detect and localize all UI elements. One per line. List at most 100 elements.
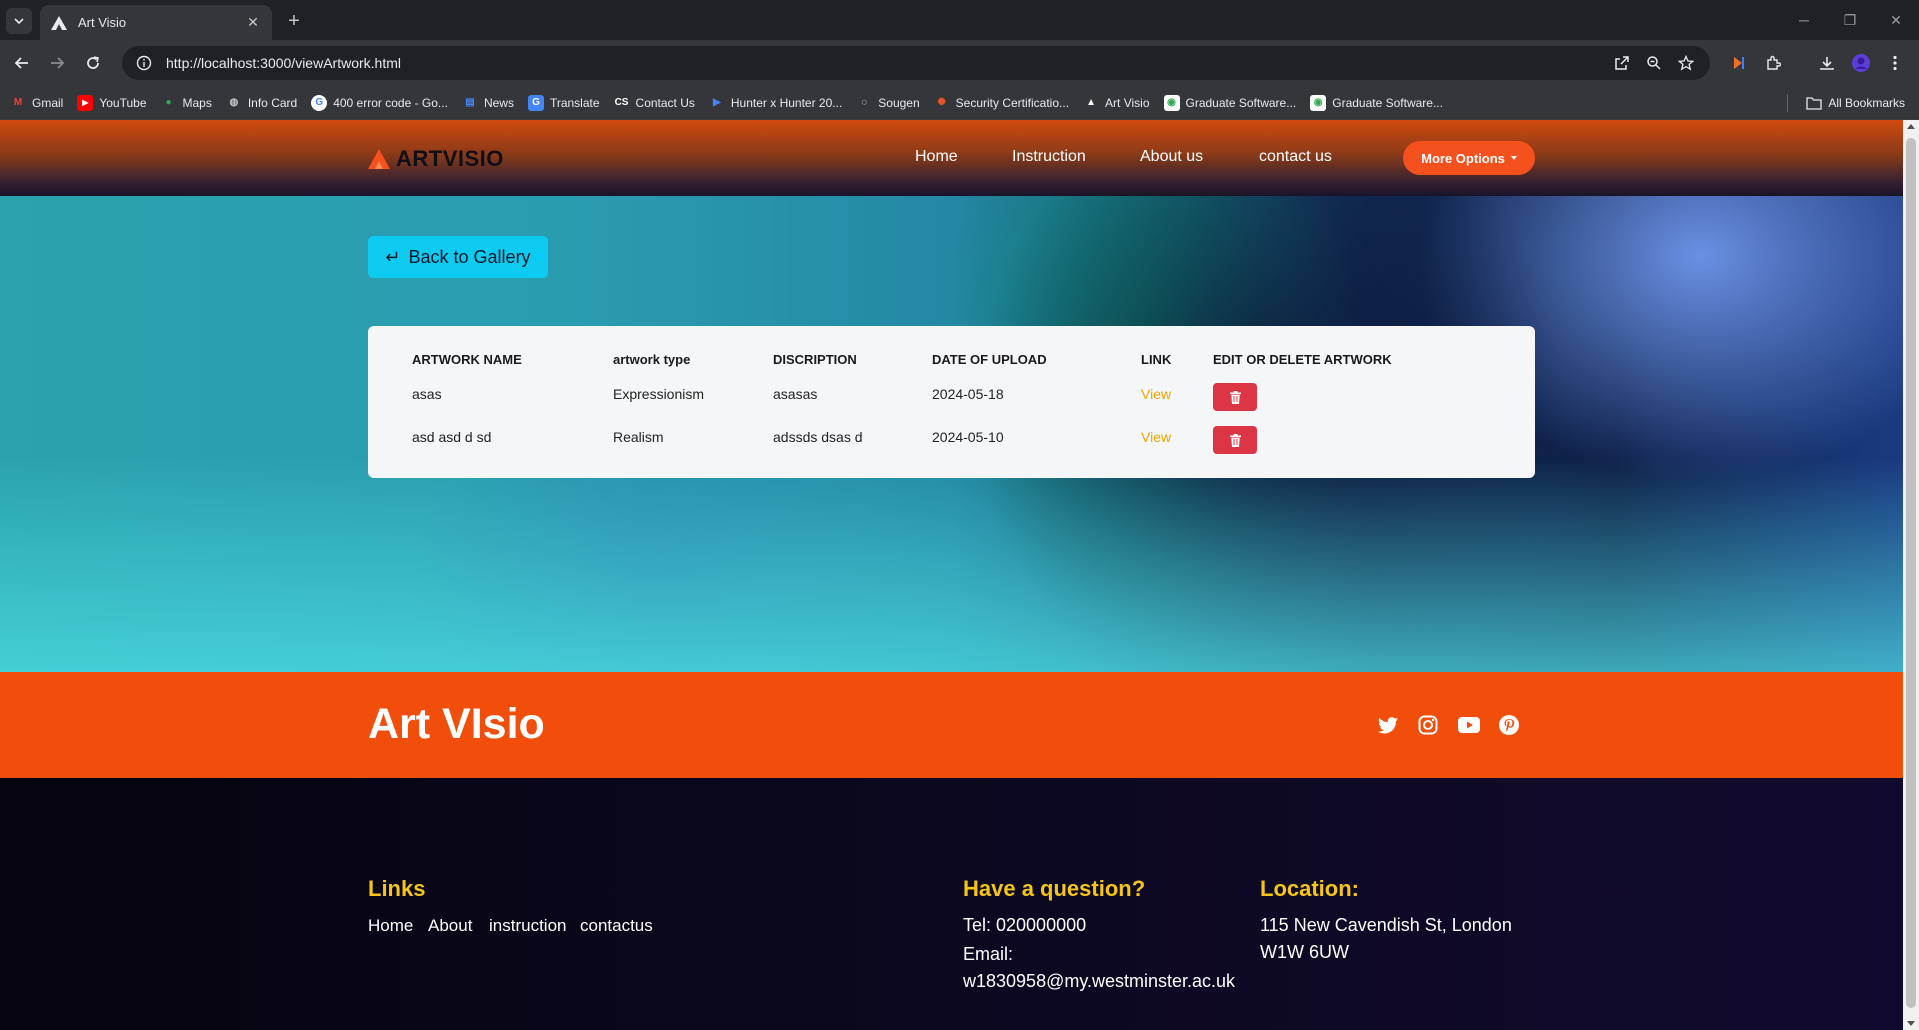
description-cell: asasas [773, 386, 818, 402]
footer-link-contactus[interactable]: contactus [580, 916, 653, 936]
bookmark-item[interactable]: ▶ Hunter x Hunter 20... [709, 95, 842, 111]
site-logo[interactable]: ARTVISIO [368, 146, 504, 172]
bookmark-item[interactable]: ◍ Info Card [226, 95, 297, 111]
logo-text: ARTVISIO [396, 146, 504, 171]
bookmarks-bar: M Gmail ▶ YouTube ● Maps ◍ Info Card G 400 er… [0, 86, 1919, 120]
footer-brand: Art VIsio [368, 700, 545, 748]
artwork-type-cell: Realism [613, 429, 664, 445]
trash-icon [1229, 433, 1241, 447]
twitter-icon[interactable] [1375, 712, 1401, 738]
page-scrollbar[interactable] [1903, 120, 1919, 1030]
footer-link-home[interactable]: Home [368, 916, 413, 936]
minimize-icon[interactable]: ─ [1781, 0, 1827, 40]
trash-icon [1229, 390, 1241, 404]
caret-down-icon [1510, 156, 1517, 160]
divider [1787, 94, 1789, 112]
browser-toolbar: http://localhost:3000/viewArtwork.html [0, 40, 1919, 86]
folder-icon [1806, 97, 1822, 110]
globe-icon: ◍ [229, 97, 239, 108]
bookmark-item[interactable]: ◉ Graduate Software... [1310, 94, 1443, 111]
more-options-label: More Options [1421, 150, 1505, 166]
maps-icon: ● [165, 97, 172, 108]
instagram-icon[interactable] [1415, 712, 1441, 738]
browser-tab-active[interactable]: Art Visio ✕ [40, 5, 272, 40]
extensions-puzzle-icon[interactable] [1760, 50, 1786, 76]
column-header: EDIT OR DELETE ARTWORK [1213, 352, 1392, 367]
tab-search-button[interactable] [6, 8, 32, 34]
artwork-name-cell: asas [412, 386, 442, 402]
artwork-table-card: ARTWORK NAME artwork type DISCRIPTION DA… [368, 326, 1535, 478]
pinterest-icon[interactable] [1496, 712, 1522, 738]
close-window-icon[interactable]: ✕ [1873, 0, 1919, 40]
bookmark-item[interactable]: ▶ YouTube [77, 94, 147, 111]
download-icon[interactable] [1814, 50, 1840, 76]
delete-artwork-button[interactable] [1213, 426, 1257, 454]
description-cell: adssds dsas d [773, 429, 863, 445]
more-options-button[interactable]: More Options [1403, 141, 1535, 175]
play-icon: ▶ [713, 97, 721, 108]
nav-home[interactable]: Home [915, 148, 958, 166]
bookmark-item[interactable]: CS Contact Us [614, 95, 695, 111]
footer-link-about[interactable]: About [428, 916, 472, 936]
site-info-icon[interactable] [134, 53, 154, 73]
translate-icon: G [527, 94, 544, 111]
address-bar[interactable]: http://localhost:3000/viewArtwork.html [122, 46, 1710, 80]
bookmark-item[interactable]: ✺ Security Certificatio... [934, 95, 1069, 111]
security-icon: ✺ [937, 97, 946, 108]
footer-email[interactable]: w1830958@my.westminster.ac.uk [963, 968, 1235, 995]
bookmark-item[interactable]: ▲ Art Visio [1083, 95, 1149, 111]
delete-artwork-button[interactable] [1213, 383, 1257, 411]
scroll-up-icon[interactable] [1907, 124, 1915, 129]
back-to-gallery-button[interactable]: ↵ Back to Gallery [368, 236, 548, 278]
zoom-icon[interactable] [1644, 53, 1664, 73]
bookmark-item[interactable]: ▤ News [462, 95, 514, 111]
view-link[interactable]: View [1141, 386, 1171, 402]
reload-icon[interactable] [81, 51, 105, 75]
bookmark-item[interactable]: ◉ Graduate Software... [1163, 94, 1296, 111]
extension-brave-icon[interactable] [1726, 50, 1752, 76]
loading-icon: ◌ [861, 97, 868, 108]
footer-link-instruction[interactable]: instruction [489, 916, 566, 936]
artvisio-favicon-icon [50, 14, 68, 32]
graduate-icon: ◉ [1163, 94, 1180, 111]
all-bookmarks-button[interactable]: All Bookmarks [1787, 94, 1905, 112]
profile-avatar-icon[interactable] [1848, 50, 1874, 76]
upload-date-cell: 2024-05-18 [932, 386, 1004, 402]
new-tab-button[interactable]: + [282, 9, 306, 33]
bookmark-item[interactable]: M Gmail [10, 95, 64, 111]
tab-title: Art Visio [78, 15, 127, 30]
nav-instruction[interactable]: Instruction [1012, 148, 1086, 166]
footer-address-line1: 115 New Cavendish St, London [1260, 915, 1512, 935]
bookmark-star-icon[interactable] [1676, 53, 1696, 73]
artwork-type-cell: Expressionism [613, 386, 705, 402]
bookmark-item[interactable]: G 400 error code - Go... [311, 94, 448, 111]
browser-tabstrip: Art Visio ✕ + ─ ❐ ✕ [0, 0, 1919, 40]
news-icon: ▤ [465, 97, 475, 108]
bookmark-item[interactable]: G Translate [527, 94, 600, 111]
bookmark-item[interactable]: ◌ Sougen [856, 95, 919, 111]
close-tab-icon[interactable]: ✕ [244, 14, 262, 32]
nav-about-us[interactable]: About us [1140, 148, 1203, 166]
bookmark-item[interactable]: ● Maps [161, 95, 211, 111]
omnibox-actions [1612, 53, 1696, 73]
back-icon[interactable] [10, 51, 34, 75]
back-to-gallery-label: Back to Gallery [408, 246, 531, 267]
scrollbar-thumb[interactable] [1906, 138, 1916, 1008]
column-header: artwork type [613, 352, 691, 367]
url-text[interactable]: http://localhost:3000/viewArtwork.html [166, 55, 1710, 71]
youtube-icon[interactable] [1456, 712, 1482, 738]
restore-icon[interactable]: ❐ [1827, 0, 1873, 40]
footer-tel: Tel: 020000000 [963, 915, 1087, 935]
menu-kebab-icon[interactable] [1882, 50, 1908, 76]
site-header: ARTVISIO Home Instruction About us conta… [0, 120, 1903, 196]
window-controls: ─ ❐ ✕ [1781, 0, 1919, 40]
links-heading: Links [368, 876, 426, 901]
forward-icon[interactable] [45, 51, 69, 75]
nav-contact-us[interactable]: contact us [1259, 148, 1332, 166]
open-in-app-icon[interactable] [1612, 53, 1632, 73]
column-header: ARTWORK NAME [412, 352, 522, 367]
view-link[interactable]: View [1141, 429, 1171, 445]
gmail-icon: M [13, 97, 23, 108]
page-viewport: ARTVISIO Home Instruction About us conta… [0, 120, 1903, 1030]
scroll-down-icon[interactable] [1907, 1021, 1915, 1026]
